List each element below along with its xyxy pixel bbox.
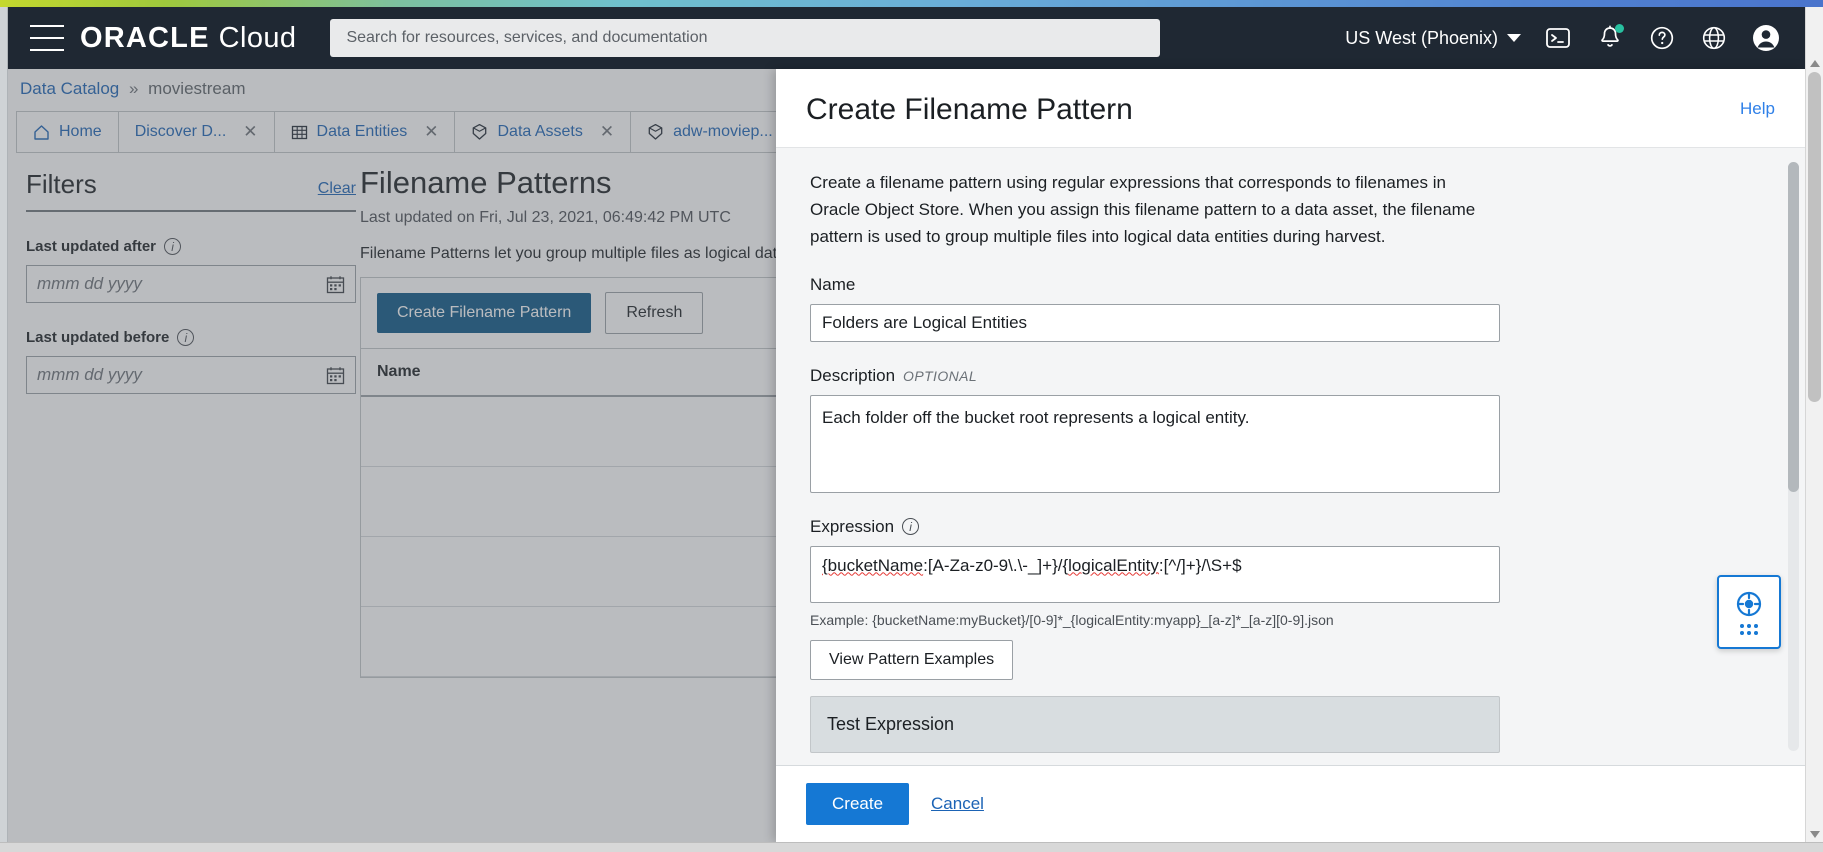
clear-filters-link[interactable]: Clear	[318, 180, 356, 198]
expression-segment-1: :[A-Za-z0-9\.\-_]+}/{	[923, 555, 1069, 575]
browser-scrollbar-thumb[interactable]	[1808, 72, 1821, 402]
cloud-wordmark: Cloud	[218, 21, 297, 54]
name-input[interactable]: Folders are Logical Entities	[810, 303, 1500, 342]
expression-token-bucketname: {bucketName	[822, 555, 924, 575]
tab-label: adw-moviep...	[673, 123, 773, 140]
dialog-title: Create Filename Pattern	[806, 93, 1133, 126]
close-icon[interactable]: ✕	[600, 122, 614, 142]
close-icon[interactable]: ✕	[424, 122, 438, 142]
user-avatar-icon[interactable]	[1751, 23, 1781, 53]
test-expression-section[interactable]: Test Expression	[810, 695, 1500, 753]
dialog-footer: Create Cancel	[776, 765, 1805, 842]
name-input-value: Folders are Logical Entities	[822, 312, 1028, 332]
breadcrumb-link-data-catalog[interactable]: Data Catalog	[20, 79, 119, 98]
topnav-actions: US West (Phoenix)	[1345, 23, 1791, 53]
last-updated-after-input[interactable]: mmm dd yyyy	[26, 265, 356, 303]
calendar-icon	[326, 366, 345, 384]
expression-token-logicalentity: logicalEntity	[1068, 555, 1159, 575]
optional-tag: OPTIONAL	[903, 367, 978, 384]
filter-label-text: Last updated after	[26, 238, 157, 255]
hexagon-asset-icon	[648, 123, 663, 140]
chevron-down-icon	[1507, 34, 1521, 42]
hexagon-asset-icon	[473, 123, 487, 140]
dialog-header: Create Filename Pattern Help	[776, 69, 1805, 148]
grid-table-icon	[291, 125, 307, 139]
global-search-box[interactable]	[330, 19, 1161, 57]
date-placeholder: mmm dd yyyy	[37, 365, 142, 384]
notification-badge-dot	[1615, 24, 1624, 33]
calendar-icon	[326, 275, 345, 293]
dialog-intro-text: Create a filename pattern using regular …	[810, 173, 1476, 246]
tab-data-entities[interactable]: Data Entities ✕	[274, 111, 456, 152]
expression-segment-2: :[^/]+}/\S+$	[1158, 555, 1242, 575]
tab-data-assets[interactable]: Data Assets ✕	[455, 111, 632, 152]
filter-label-last-updated-after: Last updated after i	[26, 238, 356, 255]
cloud-shell-icon[interactable]	[1543, 23, 1573, 53]
date-placeholder: mmm dd yyyy	[37, 274, 142, 293]
breadcrumb-separator: »	[128, 79, 139, 98]
filters-panel: Filters Clear Last updated after i mmm d…	[26, 169, 356, 394]
browser-gradient-strip	[0, 0, 1823, 7]
region-label: US West (Phoenix)	[1345, 27, 1498, 48]
expression-example-text: Example: {bucketName:myBucket}/[0-9]*_{l…	[810, 611, 1334, 628]
grip-dots-icon	[1740, 624, 1758, 635]
filters-title: Filters	[26, 169, 97, 199]
test-expression-label: Test Expression	[827, 713, 955, 734]
name-field-label: Name	[810, 275, 1771, 295]
cancel-button[interactable]: Cancel	[931, 794, 984, 814]
close-icon[interactable]: ✕	[243, 122, 257, 142]
tab-discover-data[interactable]: Discover D... ✕	[118, 111, 275, 152]
browser-bottom-edge	[0, 842, 1823, 852]
filters-header: Filters Clear	[26, 169, 356, 200]
tab-label: Data Assets	[497, 123, 583, 140]
assistant-orb-icon	[1736, 591, 1762, 617]
floating-assistant-widget[interactable]	[1717, 575, 1781, 649]
tab-strip: Home Discover D... ✕ Data Entities ✕ Dat…	[16, 111, 883, 153]
info-icon[interactable]: i	[177, 329, 195, 346]
description-field-label: Description OPTIONAL	[810, 366, 1771, 386]
home-icon	[34, 124, 49, 140]
oracle-cloud-logo[interactable]: ORACLE Cloud	[80, 22, 296, 55]
refresh-button[interactable]: Refresh	[605, 292, 704, 334]
search-input[interactable]	[346, 29, 1145, 47]
browser-left-edge	[0, 7, 8, 852]
description-label-text: Description	[810, 365, 896, 385]
tab-label: Home	[59, 123, 102, 140]
region-selector[interactable]: US West (Phoenix)	[1345, 28, 1521, 49]
create-filename-pattern-button[interactable]: Create Filename Pattern	[377, 293, 592, 333]
scroll-up-arrow-icon[interactable]	[1810, 60, 1820, 67]
dialog-body: Create a filename pattern using regular …	[776, 148, 1805, 765]
oracle-wordmark: ORACLE	[80, 21, 210, 54]
create-button[interactable]: Create	[806, 783, 910, 825]
name-label-text: Name	[810, 274, 856, 294]
top-navigation-bar: ORACLE Cloud US West (Phoenix)	[8, 7, 1805, 69]
info-icon[interactable]: i	[164, 238, 182, 255]
language-globe-icon[interactable]	[1699, 23, 1729, 53]
tab-label: Data Entities	[316, 123, 408, 140]
expression-label-text: Expression	[810, 516, 895, 536]
filters-divider	[26, 210, 356, 212]
dialog-scrollbar-thumb[interactable]	[1788, 162, 1799, 492]
notifications-bell-icon[interactable]	[1595, 23, 1625, 53]
tab-home[interactable]: Home	[16, 111, 119, 152]
expression-textarea[interactable]: {bucketName:[A-Za-z0-9\.\-_]+}/{logicalE…	[810, 545, 1500, 603]
create-filename-pattern-dialog: Create Filename Pattern Help Create a fi…	[776, 69, 1805, 842]
last-updated-before-input[interactable]: mmm dd yyyy	[26, 356, 356, 394]
hamburger-menu-icon[interactable]	[30, 25, 64, 51]
help-question-icon[interactable]	[1647, 23, 1677, 53]
breadcrumb-current: moviestream	[148, 79, 246, 98]
filter-label-last-updated-before: Last updated before i	[26, 329, 356, 346]
scroll-down-arrow-icon[interactable]	[1810, 831, 1820, 838]
description-textarea[interactable]: Each folder off the bucket root represen…	[810, 394, 1500, 493]
description-value: Each folder off the bucket root represen…	[822, 407, 1250, 427]
view-pattern-examples-button[interactable]: View Pattern Examples	[810, 639, 1014, 680]
expression-field-label: Expression i	[810, 517, 1771, 537]
help-link[interactable]: Help	[1740, 99, 1775, 119]
breadcrumb: Data Catalog » moviestream	[20, 79, 245, 99]
filter-label-text: Last updated before	[26, 329, 170, 346]
info-icon[interactable]: i	[902, 518, 920, 536]
tab-label: Discover D...	[134, 123, 227, 140]
screen-root: ORACLE Cloud US West (Phoenix)	[0, 0, 1823, 852]
